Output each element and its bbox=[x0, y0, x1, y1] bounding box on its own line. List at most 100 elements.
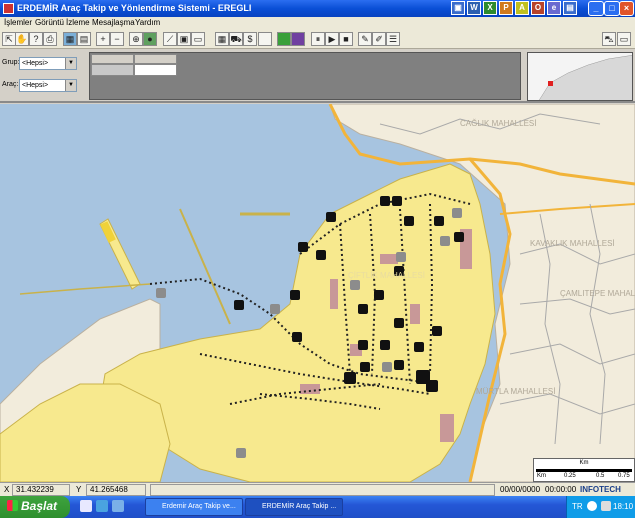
minimap-viewport bbox=[548, 81, 553, 86]
scale-025: 0.25 bbox=[564, 473, 576, 479]
grid-cell[interactable] bbox=[134, 64, 177, 76]
car-icon[interactable]: ⛍ bbox=[602, 32, 616, 46]
arac-value: <Hepsi> bbox=[22, 82, 49, 89]
quick-launch-desktop-icon[interactable] bbox=[96, 500, 108, 512]
map-label-kavaklik: KAVAKLIK MAHALLESİ bbox=[530, 239, 615, 248]
scale-bar bbox=[536, 469, 632, 472]
print-icon[interactable]: ⎙ bbox=[43, 32, 57, 46]
chevron-down-icon[interactable]: ▼ bbox=[65, 58, 76, 69]
zoom-extent-icon[interactable]: ⊕ bbox=[129, 32, 143, 46]
start-label: Başlat bbox=[21, 499, 58, 513]
minimap-drawing bbox=[528, 53, 632, 100]
grup-value: <Hepsi> bbox=[22, 60, 49, 67]
ie-icon[interactable]: e bbox=[547, 1, 561, 15]
map-label-murtla: MÜRTLA MAHALLESİ bbox=[476, 387, 555, 396]
scale-km: Km bbox=[537, 473, 546, 479]
quick-launch-icon[interactable]: ▣ bbox=[451, 1, 465, 15]
status-date: 00/00/0000 bbox=[500, 485, 541, 494]
close-button[interactable]: × bbox=[619, 1, 634, 16]
language-indicator[interactable]: TR bbox=[572, 502, 583, 511]
quick-launch-ie-icon[interactable] bbox=[80, 500, 92, 512]
menu-izleme[interactable]: İzleme bbox=[66, 18, 90, 27]
menu-islemler[interactable]: İşlemler bbox=[4, 18, 32, 27]
measure-icon[interactable]: ⟋ bbox=[163, 32, 177, 46]
window-title: ERDEMİR Araç Takip ve Yönlendirme Sistem… bbox=[17, 3, 252, 13]
y-label: Y bbox=[76, 485, 82, 494]
help-pointer-icon[interactable]: ? bbox=[29, 32, 43, 46]
chevron-down-icon[interactable]: ▼ bbox=[65, 80, 76, 91]
grid-cell[interactable] bbox=[91, 64, 134, 76]
overview-minimap[interactable] bbox=[527, 52, 633, 101]
map-label-ciftlik: ÇİFTLİK MAHALLESİ bbox=[348, 271, 425, 280]
quick-launch-media-icon[interactable] bbox=[112, 500, 124, 512]
menu-yardim[interactable]: Yardım bbox=[135, 18, 160, 27]
title-bar: ERDEMİR Araç Takip ve Yönlendirme Sistem… bbox=[0, 0, 635, 17]
grup-select[interactable]: <Hepsi> ▼ bbox=[19, 57, 77, 70]
scale-075: 0.75 bbox=[618, 473, 630, 479]
status-time: 00:00:00 bbox=[545, 485, 577, 494]
grup-label: Grup: bbox=[2, 59, 20, 66]
zoom-in-icon[interactable]: + bbox=[96, 32, 110, 46]
taskbar-item-1[interactable]: Erdemir Araç Takip ve... bbox=[145, 498, 243, 516]
truck-icon[interactable]: ⛟ bbox=[229, 32, 243, 46]
grid-header-cell bbox=[134, 54, 177, 64]
vehicle-list-icon[interactable]: ▣ bbox=[177, 32, 191, 46]
menu-mesajlasma[interactable]: Mesajlaşma bbox=[92, 18, 135, 27]
powerpoint-icon[interactable]: P bbox=[499, 1, 513, 15]
map-label-caglik: CAĞLIK MAHALLESİ bbox=[460, 119, 536, 128]
edit-icon[interactable]: ✎ bbox=[358, 32, 372, 46]
grid-icon[interactable]: ▦ bbox=[215, 32, 229, 46]
status-bar: X 31.432239 Y 41.265468 00/00/0000 00:00… bbox=[0, 482, 635, 496]
arac-label: Araç: bbox=[2, 81, 19, 88]
access-icon[interactable]: A bbox=[515, 1, 529, 15]
list-icon[interactable]: ☰ bbox=[386, 32, 400, 46]
word-icon[interactable]: W bbox=[467, 1, 481, 15]
scale-title: Km bbox=[579, 460, 589, 466]
taskbar: Başlat Erdemir Araç Takip ve... ERDEMİR … bbox=[0, 496, 635, 518]
select-icon[interactable]: ⇱ bbox=[2, 32, 16, 46]
explorer-icon[interactable]: ▤ bbox=[563, 1, 577, 15]
office-icon[interactable]: O bbox=[531, 1, 545, 15]
dollar-icon[interactable]: $ bbox=[243, 32, 257, 46]
volume-icon[interactable] bbox=[601, 501, 611, 511]
color-icon[interactable] bbox=[291, 32, 305, 46]
scale-05: 0.5 bbox=[596, 473, 605, 479]
green-box-icon[interactable] bbox=[277, 32, 291, 46]
network-icon[interactable] bbox=[587, 501, 597, 511]
pan-icon[interactable]: ✋ bbox=[15, 32, 29, 46]
toolbar: ⇱ ✋ ? ⎙ ▦ ▤ + − ⊕ ● ⟋ ▣ ▭ ▦ ⛟ $ ⏸ ▶ ■ ✎ … bbox=[0, 29, 635, 49]
windows-logo-icon bbox=[7, 500, 18, 511]
stop-icon[interactable]: ■ bbox=[339, 32, 353, 46]
play-icon[interactable]: ▶ bbox=[325, 32, 339, 46]
window-icon[interactable]: ▭ bbox=[191, 32, 205, 46]
blank-page-icon[interactable] bbox=[258, 32, 272, 46]
x-value: 31.432239 bbox=[16, 485, 54, 494]
clock: 18:10 bbox=[613, 502, 634, 511]
menu-bar: İşlemler Görüntü İzleme Mesajlaşma Yardı… bbox=[0, 17, 635, 29]
arac-select[interactable]: <Hepsi> ▼ bbox=[19, 79, 77, 92]
pencil-icon[interactable]: ✐ bbox=[372, 32, 386, 46]
taskbar-item-2[interactable]: ERDEMİR Araç Takip ... bbox=[245, 498, 343, 516]
map-label-camlitepe: ÇAMLITEPE MAHALLESİ bbox=[560, 289, 635, 298]
y-value: 41.265468 bbox=[90, 485, 128, 494]
status-message-field bbox=[150, 484, 495, 496]
system-tray: TR 18:10 bbox=[566, 496, 635, 518]
map-scale: Km Km 0.25 0.5 0.75 bbox=[533, 458, 635, 482]
maximize-button[interactable]: □ bbox=[604, 1, 620, 16]
map-view[interactable]: CAĞLIK MAHALLESİ KAVAKLIK MAHALLESİ ÇAML… bbox=[0, 104, 635, 482]
map-icon[interactable]: ▦ bbox=[63, 32, 77, 46]
minimize-button[interactable]: _ bbox=[588, 1, 604, 16]
menu-goruntu[interactable]: Görüntü bbox=[35, 18, 64, 27]
pause-icon[interactable]: ⏸ bbox=[311, 32, 325, 46]
x-label: X bbox=[4, 485, 10, 494]
excel-icon[interactable]: X bbox=[483, 1, 497, 15]
map-canvas[interactable]: CAĞLIK MAHALLESİ KAVAKLIK MAHALLESİ ÇAML… bbox=[0, 104, 635, 482]
globe-icon[interactable]: ● bbox=[143, 32, 157, 46]
layers-icon[interactable]: ▤ bbox=[77, 32, 91, 46]
vehicle-info-grid[interactable] bbox=[89, 52, 521, 100]
zoom-out-icon[interactable]: − bbox=[110, 32, 124, 46]
app-icon bbox=[3, 3, 14, 14]
grid-header-cell bbox=[91, 54, 134, 64]
monitor-icon[interactable]: ▭ bbox=[617, 32, 631, 46]
start-button[interactable]: Başlat bbox=[0, 496, 70, 518]
